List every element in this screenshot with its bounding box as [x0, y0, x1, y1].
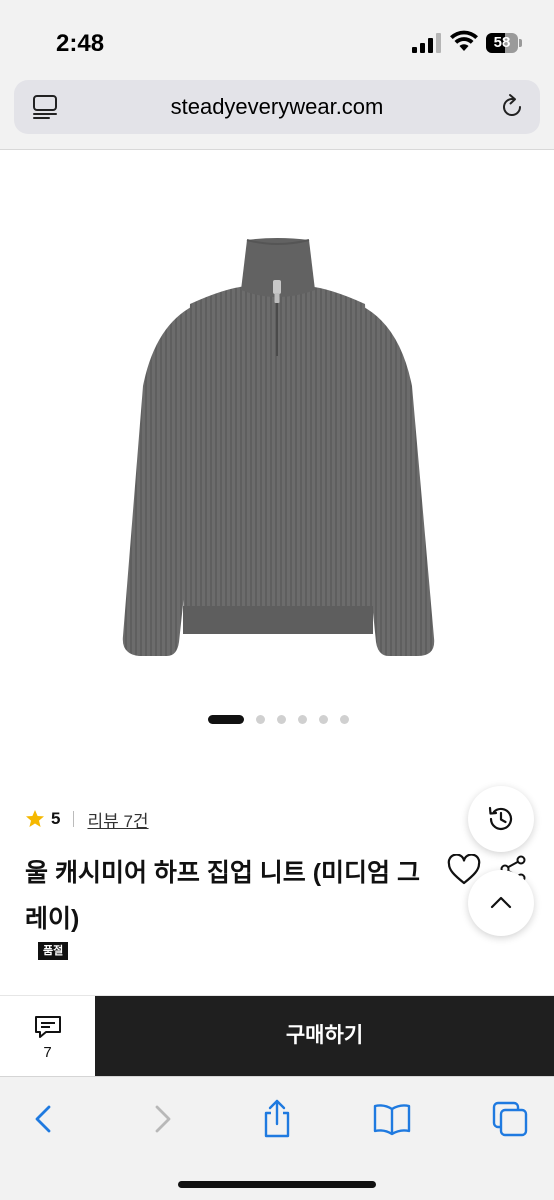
- chevron-up-icon: [490, 896, 512, 909]
- review-count: 7: [43, 1044, 52, 1061]
- chevron-left-icon[interactable]: [24, 1099, 64, 1139]
- status-bar: 2:48 58: [0, 0, 554, 78]
- history-icon: [488, 806, 513, 831]
- image-carousel-dots[interactable]: [0, 713, 554, 725]
- star-icon: [26, 810, 44, 827]
- url-bar[interactable]: steadyeverywear.com: [14, 80, 540, 134]
- rating-value: 5: [51, 809, 61, 828]
- scroll-to-top-button[interactable]: [468, 870, 534, 936]
- battery-indicator: 58: [486, 33, 522, 53]
- product-title: 울 캐시미어 하프 집업 니트 (미디엄 그레이): [25, 859, 421, 933]
- rating-row: 5 리뷰 7건: [25, 806, 149, 832]
- cellular-signal-icon: [412, 33, 441, 53]
- url-text[interactable]: steadyeverywear.com: [74, 94, 480, 120]
- sold-out-badge: 품절: [38, 942, 69, 960]
- tabs-icon[interactable]: [490, 1099, 530, 1139]
- reviews-button[interactable]: 7: [0, 996, 95, 1076]
- carousel-dot[interactable]: [319, 715, 328, 724]
- carousel-dot[interactable]: [277, 715, 286, 724]
- reader-mode-icon[interactable]: [32, 94, 58, 120]
- comment-icon: [35, 1016, 61, 1038]
- purchase-bar: 7 구매하기: [0, 996, 554, 1076]
- wifi-icon: [450, 30, 478, 51]
- battery-level: 58: [493, 34, 511, 51]
- carousel-dot[interactable]: [340, 715, 349, 724]
- share-sheet-icon[interactable]: [257, 1099, 297, 1139]
- carousel-dot[interactable]: [298, 715, 307, 724]
- buy-button[interactable]: 구매하기: [95, 996, 554, 1076]
- status-time: 2:48: [56, 30, 105, 57]
- rating-separator: [73, 811, 75, 827]
- book-icon[interactable]: [372, 1099, 412, 1139]
- recently-viewed-button[interactable]: [468, 786, 534, 852]
- review-count-link[interactable]: 리뷰 7건: [87, 807, 148, 832]
- chevron-right-icon[interactable]: [142, 1099, 182, 1139]
- reload-icon[interactable]: [498, 93, 526, 121]
- carousel-dot[interactable]: [256, 715, 265, 724]
- home-indicator: [178, 1181, 376, 1188]
- carousel-dot[interactable]: [208, 715, 244, 724]
- browser-top-bar: steadyeverywear.com: [0, 78, 554, 150]
- product-image[interactable]: [115, 236, 440, 666]
